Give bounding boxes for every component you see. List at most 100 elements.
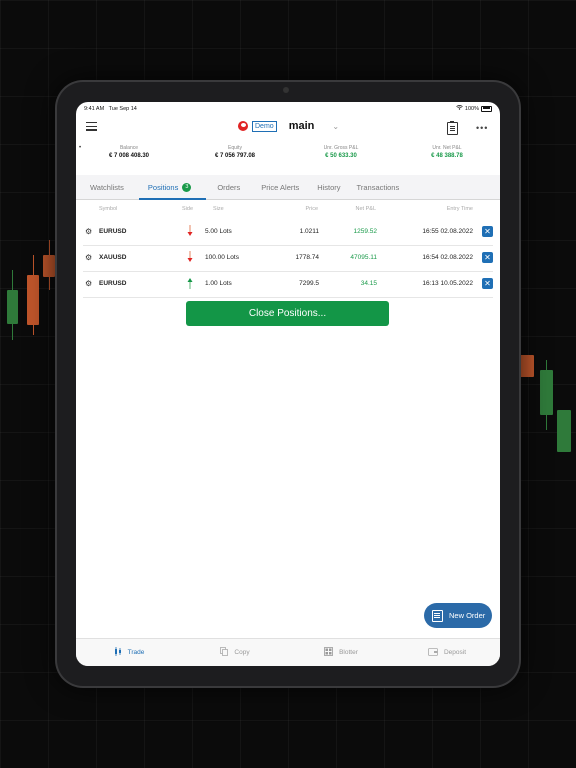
table-row[interactable]: ⚙ XAUUSD 100.00 Lots 1778.74 47095.11 16… <box>83 246 493 272</box>
wifi-icon <box>456 105 463 112</box>
row-symbol: EURUSD <box>99 228 127 235</box>
tab-label: History <box>317 182 341 192</box>
clipboard-icon <box>432 609 443 622</box>
summary-balance: Balance € 7 008 408.30 <box>76 145 182 160</box>
bg-candle <box>27 275 39 325</box>
tab-history[interactable]: History <box>317 175 340 199</box>
battery-icon <box>481 105 492 112</box>
tab-transactions[interactable]: Transactions <box>357 175 400 199</box>
col-size: Size <box>213 206 224 212</box>
tab-watchlists[interactable]: Watchlists <box>90 175 124 199</box>
summary-dot: • <box>79 145 82 151</box>
row-size: 5.00 Lots <box>205 228 232 235</box>
nav-deposit[interactable]: Deposit <box>394 639 500 666</box>
gear-icon[interactable]: ⚙ <box>85 227 92 236</box>
tab-label: Price Alerts <box>261 182 300 192</box>
table-header: Symbol Side Size Price Net P&L Entry Tim… <box>76 200 500 220</box>
nav-copy[interactable]: Copy <box>182 639 288 666</box>
tab-orders[interactable]: Orders <box>217 175 240 199</box>
summary-label: Unr. Gross P&L <box>323 145 359 151</box>
col-net-pnl: Net P&L <box>355 206 376 212</box>
nav-label: Trade <box>127 649 145 656</box>
close-position-button[interactable]: ✕ <box>482 252 493 263</box>
brand-logo-icon <box>238 121 248 131</box>
candles-icon <box>114 647 122 658</box>
account-name: main <box>288 120 315 132</box>
bg-candle <box>43 255 55 277</box>
chevron-down-icon: ⌄ <box>332 121 340 131</box>
account-summary: • Balance € 7 008 408.30 Equity € 7 056 … <box>76 145 500 175</box>
more-options-icon[interactable]: ••• <box>476 123 488 133</box>
account-selector[interactable]: Demo main ⌄ <box>238 120 339 132</box>
tab-label: Watchlists <box>90 182 124 192</box>
close-position-button[interactable]: ✕ <box>482 278 493 289</box>
summary-equity: Equity € 7 056 797.08 <box>182 145 288 160</box>
nav-blotter[interactable]: Blotter <box>288 639 394 666</box>
summary-label: Equity <box>228 145 242 151</box>
bg-candle <box>520 355 534 377</box>
hamburger-menu-icon[interactable] <box>86 122 97 131</box>
row-net-pnl: 34.15 <box>360 280 377 287</box>
status-time: 9:41 AM <box>84 105 105 112</box>
clipboard-icon[interactable] <box>447 121 458 135</box>
row-price: 1.0211 <box>299 228 319 235</box>
col-price: Price <box>305 206 318 212</box>
tab-bar: Watchlists Positions 3 Orders Price Aler… <box>76 175 500 200</box>
gear-icon[interactable]: ⚙ <box>85 279 92 288</box>
summary-label: Balance <box>119 145 139 151</box>
summary-value: € 48 388.78 <box>431 153 463 159</box>
nav-trade[interactable]: Trade <box>76 639 182 666</box>
row-entry-time: 16:13 10.05.2022 <box>422 280 473 287</box>
gear-icon[interactable]: ⚙ <box>85 253 92 262</box>
tab-label: Positions <box>147 182 179 192</box>
top-bar: Demo main ⌄ ••• <box>76 115 500 145</box>
bg-candle <box>557 410 571 452</box>
grid-icon <box>324 647 333 658</box>
bottom-nav: Trade Copy Blotter Deposit <box>76 638 500 666</box>
buy-arrow-icon <box>187 277 193 289</box>
row-price: 7299.5 <box>299 280 319 287</box>
row-net-pnl: 47095.11 <box>350 254 377 261</box>
summary-value: € 7 056 797.08 <box>214 153 256 159</box>
bg-candle <box>7 290 18 324</box>
close-position-button[interactable]: ✕ <box>482 226 493 237</box>
tab-label: Transactions <box>356 182 400 192</box>
col-symbol: Symbol <box>99 206 118 212</box>
summary-label: Unr. Net P&L <box>432 145 462 151</box>
sell-arrow-icon <box>187 225 193 237</box>
tab-price-alerts[interactable]: Price Alerts <box>261 175 299 199</box>
nav-label: Blotter <box>339 649 358 656</box>
row-net-pnl: 1259.52 <box>353 228 378 235</box>
tab-label: Orders <box>217 182 241 192</box>
row-size: 1.00 Lots <box>205 280 232 287</box>
camera <box>283 87 289 93</box>
summary-gross-pnl: Unr. Gross P&L € 50 633.30 <box>288 145 394 160</box>
row-symbol: XAUUSD <box>99 254 127 261</box>
close-positions-button[interactable]: Close Positions... <box>186 301 389 326</box>
wallet-icon <box>428 647 438 658</box>
col-side: Side <box>182 206 194 212</box>
row-entry-time: 16:55 02.08.2022 <box>422 228 473 235</box>
table-row[interactable]: ⚙ EURUSD 5.00 Lots 1.0211 1259.52 16:55 … <box>83 220 493 246</box>
status-bar: 9:41 AM Tue Sep 14 100% <box>76 102 500 115</box>
nav-label: Copy <box>234 649 250 656</box>
copy-icon <box>220 647 229 658</box>
new-order-button[interactable]: New Order <box>424 603 492 628</box>
row-size: 100.00 Lots <box>205 254 239 261</box>
sell-arrow-icon <box>187 251 193 263</box>
summary-value: € 50 633.30 <box>325 153 357 159</box>
new-order-label: New Order <box>449 611 486 620</box>
summary-value: € 7 008 408.30 <box>108 153 150 159</box>
nav-label: Deposit <box>443 649 467 656</box>
app-screen: 9:41 AM Tue Sep 14 100% Demo main ⌄ ••• … <box>76 102 500 666</box>
row-entry-time: 16:54 02.08.2022 <box>422 254 473 261</box>
row-symbol: EURUSD <box>99 280 127 287</box>
table-row[interactable]: ⚙ EURUSD 1.00 Lots 7299.5 34.15 16:13 10… <box>83 272 493 298</box>
positions-count-badge: 3 <box>182 182 192 192</box>
summary-net-pnl: Unr. Net P&L € 48 388.78 <box>394 145 500 160</box>
tab-positions[interactable]: Positions 3 <box>138 175 207 200</box>
row-price: 1778.74 <box>295 254 320 261</box>
battery-label: 100% <box>464 105 479 112</box>
status-date: Tue Sep 14 <box>108 105 137 112</box>
demo-badge: Demo <box>252 120 277 132</box>
